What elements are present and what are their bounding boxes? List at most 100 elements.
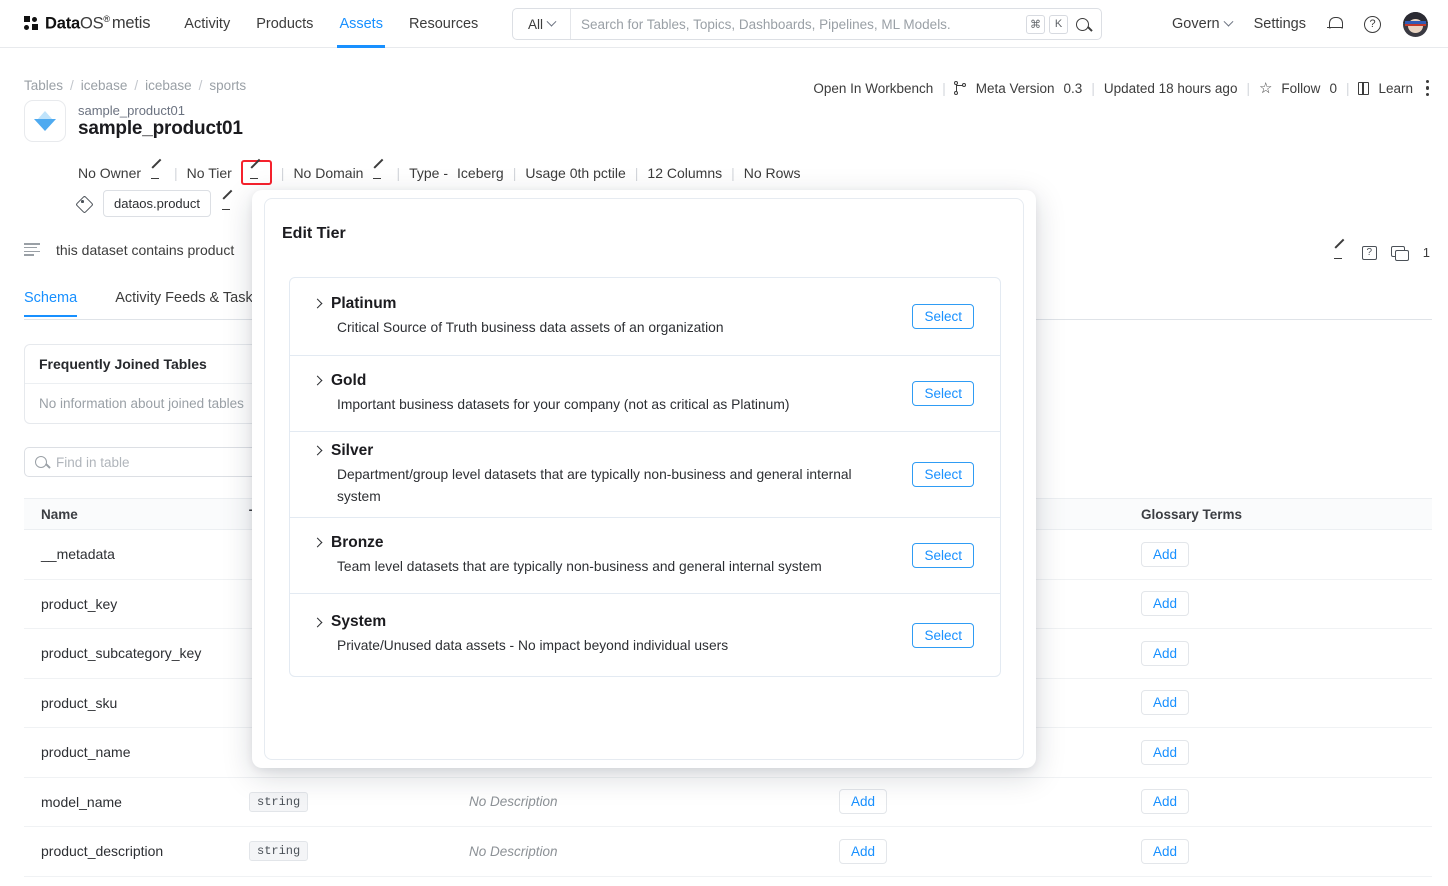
notification-bell-icon[interactable] [1327,16,1343,32]
cell-column-name: product_name [41,744,131,761]
request-description-icon[interactable]: ? [1361,245,1377,260]
edit-description-icon[interactable] [1333,245,1348,260]
nav-item-assets[interactable]: Assets [337,0,385,48]
add-glossary-term-button[interactable]: Add [1141,739,1190,765]
cell-column-type: string [249,841,469,862]
edit-domain-icon[interactable] [372,165,387,180]
tier-option-silver[interactable]: Silver Department/group level datasets t… [290,432,1000,518]
tab-activity-feeds-tasks[interactable]: Activity Feeds & Tasks [115,290,260,316]
tier-name: System [331,613,387,630]
shortcut-k-key: K [1049,14,1068,34]
cell-column-type: string [249,791,469,812]
add-glossary-term-button[interactable]: Add [1141,789,1190,815]
edit-owner-icon[interactable] [150,165,165,180]
chevron-right-icon[interactable] [312,617,323,627]
nav-right-actions: Govern Settings ? [1172,0,1428,48]
columns-count: 12 Columns [647,164,723,181]
open-in-workbench-link[interactable]: Open In Workbench [813,81,933,96]
chevron-right-icon[interactable] [312,298,323,309]
meta-version-label: Meta Version [975,80,1055,96]
chevron-right-icon[interactable] [312,375,323,386]
comment-icon[interactable] [1390,245,1409,261]
breadcrumb-item-sports[interactable]: sports [209,78,246,93]
nav-item-resources[interactable]: Resources [409,0,478,48]
tier-description: Important business datasets for your com… [337,396,790,412]
asset-header-actions: Open In Workbench | Meta Version 0.3 | U… [813,80,1430,96]
edit-tier-icon[interactable] [249,165,264,180]
tier-description: Private/Unused data assets - No impact b… [337,638,729,653]
tier-option-header: Platinum [312,295,912,313]
cell-column-tags: Add [839,789,1139,815]
edit-tier-button-highlight[interactable] [240,160,272,185]
asset-type-icon [24,100,66,142]
divider: | [634,164,639,181]
tier-option-platinum[interactable]: Platinum Critical Source of Truth busine… [290,278,1000,356]
tier-option-header: Bronze [312,534,912,552]
edit-tags-icon[interactable] [221,196,236,211]
asset-description: this dataset contains product [56,242,235,258]
tier-option-gold[interactable]: Gold Important business datasets for you… [290,356,1000,432]
star-icon[interactable]: ☆ [1259,81,1272,96]
tag-icon [78,196,93,211]
chevron-down-icon [546,16,557,27]
add-glossary-term-button[interactable]: Add [1141,838,1190,864]
breadcrumb-item-icebase-2[interactable]: icebase [145,78,192,93]
follow-count: 0 [1329,80,1337,96]
tier-label: No Tier [186,164,232,181]
divider: | [731,164,735,181]
add-tag-button[interactable]: Add [839,789,888,815]
app-root: DataOS® metis Activity Products Assets Re… [0,0,1448,886]
user-avatar[interactable] [1403,11,1428,37]
cell-column-name: __metadata [41,546,115,563]
add-glossary-term-button[interactable]: Add [1141,690,1190,716]
tier-option-bronze[interactable]: Bronze Team level datasets that are typi… [290,518,1000,594]
breadcrumb-item-tables[interactable]: Tables [24,78,63,93]
table-row[interactable]: product_description string No Descriptio… [24,827,1432,877]
asset-tag-chip[interactable]: dataos.product [103,190,212,217]
nav-item-products[interactable]: Products [256,0,313,48]
asset-subtitle: sample_product01 [78,103,185,118]
select-tier-button[interactable]: Select [912,462,974,487]
divider: | [396,164,401,181]
breadcrumb-item-icebase-1[interactable]: icebase [81,78,128,93]
tier-option-system[interactable]: System Private/Unused data assets - No i… [290,594,1000,676]
add-tag-button[interactable]: Add [839,838,888,864]
domain-label: No Domain [293,164,364,181]
cell-column-name: product_sku [41,694,118,711]
usage-label: Usage 0th pctile [525,164,626,181]
meta-version-value: 0.3 [1063,80,1083,96]
shortcut-cmd-key: ⌘ [1026,14,1045,34]
tier-name: Silver [331,441,374,459]
edit-tier-modal: Edit Tier Platinum Critical Source of Tr… [264,198,1024,760]
breadcrumb-separator: / [134,78,139,93]
tab-schema[interactable]: Schema [24,290,78,317]
govern-menu[interactable]: Govern [1172,16,1234,32]
divider: | [512,164,517,181]
search-scope-dropdown[interactable]: All [513,9,571,39]
add-glossary-term-button[interactable]: Add [1141,591,1190,617]
brand-os: OS [79,14,104,33]
divider: | [174,164,178,181]
select-tier-button[interactable]: Select [912,622,974,648]
follow-button[interactable]: Follow [1281,81,1320,96]
settings-link[interactable]: Settings [1254,16,1306,32]
search-icon[interactable] [1076,17,1089,31]
brand-logo[interactable]: DataOS® metis [24,14,150,34]
table-row[interactable]: model_name string No Description Add Add [24,778,1432,827]
nav-item-activity[interactable]: Activity [184,0,230,48]
add-glossary-term-button[interactable]: Add [1141,640,1190,666]
learn-link[interactable]: Learn [1378,81,1413,96]
chevron-right-icon[interactable] [312,537,323,548]
select-tier-button[interactable]: Select [912,543,974,568]
help-icon[interactable]: ? [1364,15,1381,33]
page-title: sample_product01 [78,118,243,139]
select-tier-button[interactable]: Select [912,381,974,406]
search-input[interactable] [571,16,1026,32]
more-options-icon[interactable] [1426,80,1430,96]
divider: | [942,80,946,96]
select-tier-button[interactable]: Select [912,304,974,329]
chevron-right-icon[interactable] [312,445,323,456]
add-glossary-term-button[interactable]: Add [1141,541,1190,567]
breadcrumb-separator: / [198,78,203,93]
cell-column-name: product_subcategory_key [41,645,202,662]
